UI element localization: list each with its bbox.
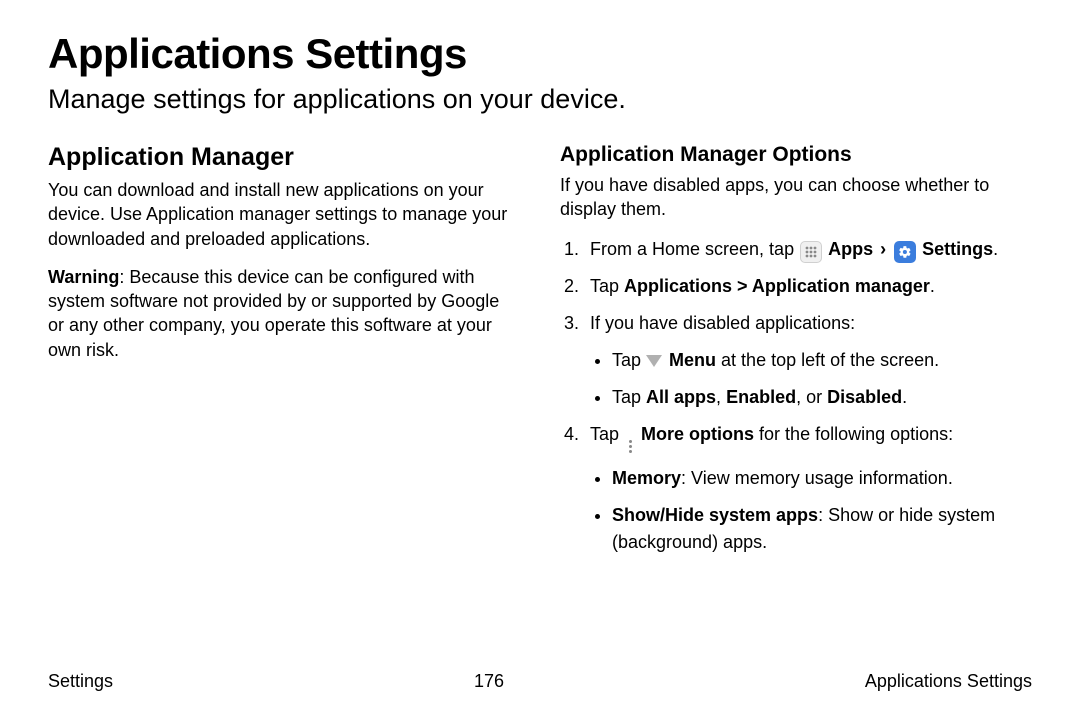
period: . [930,276,935,296]
sub-item: Memory: View memory usage information. [612,465,1032,492]
step-item: If you have disabled applications: Tap M… [584,310,1032,411]
chevron-right-icon: › [880,239,886,259]
label: More options [641,424,754,444]
sub-text: : View memory usage information. [681,468,953,488]
sub-item: Show/Hide system apps: Show or hide syst… [612,502,1032,556]
sub-text: , [716,387,726,407]
label: Show/Hide system apps [612,505,818,525]
footer-page-number: 176 [474,671,504,692]
sub-text: Tap [612,387,646,407]
label: Enabled [726,387,796,407]
footer-right: Applications Settings [865,671,1032,692]
content-columns: Application Manager You can download and… [48,143,1032,566]
step-bold: Applications > Application manager [624,276,930,296]
step-text: If you have disabled applications: [590,313,855,333]
section-heading: Application Manager [48,143,520,172]
label: All apps [646,387,716,407]
settings-label: Settings [922,239,993,259]
step-text: Tap [590,424,624,444]
footer-left: Settings [48,671,113,692]
sub-text: Tap [612,350,646,370]
label: Disabled [827,387,902,407]
warning-paragraph: Warning: Because this device can be conf… [48,265,520,362]
left-column: Application Manager You can download and… [48,143,520,566]
step-text: for the following options: [754,424,953,444]
subsection-heading: Application Manager Options [560,143,1032,167]
warning-label: Warning [48,267,119,287]
menu-label: Menu [669,350,716,370]
period: . [993,239,998,259]
step-item: Tap More options for the following optio… [584,421,1032,557]
apps-label: Apps [828,239,873,259]
page-title: Applications Settings [48,30,1032,78]
period: . [902,387,907,407]
manual-page: Applications Settings Manage settings fo… [0,0,1080,720]
steps-list: From a Home screen, tap Apps › Settings. [560,236,1032,557]
dropdown-triangle-icon [646,355,662,367]
paragraph: If you have disabled apps, you can choos… [560,173,1032,222]
step-item: From a Home screen, tap Apps › Settings. [584,236,1032,263]
sub-list: Memory: View memory usage information. S… [590,465,1032,556]
more-options-icon [625,437,635,455]
sub-text: , or [796,387,827,407]
apps-icon [800,241,822,263]
sub-list: Tap Menu at the top left of the screen. … [590,347,1032,411]
page-footer: Settings 176 Applications Settings [48,671,1032,692]
sub-text: at the top left of the screen. [716,350,939,370]
sub-item: Tap Menu at the top left of the screen. [612,347,1032,374]
step-item: Tap Applications > Application manager. [584,273,1032,300]
right-column: Application Manager Options If you have … [560,143,1032,566]
gear-icon [894,241,916,263]
page-subtitle: Manage settings for applications on your… [48,84,1032,115]
step-text: Tap [590,276,624,296]
label: Memory [612,468,681,488]
sub-item: Tap All apps, Enabled, or Disabled. [612,384,1032,411]
paragraph: You can download and install new applica… [48,178,520,251]
step-text: From a Home screen, tap [590,239,799,259]
